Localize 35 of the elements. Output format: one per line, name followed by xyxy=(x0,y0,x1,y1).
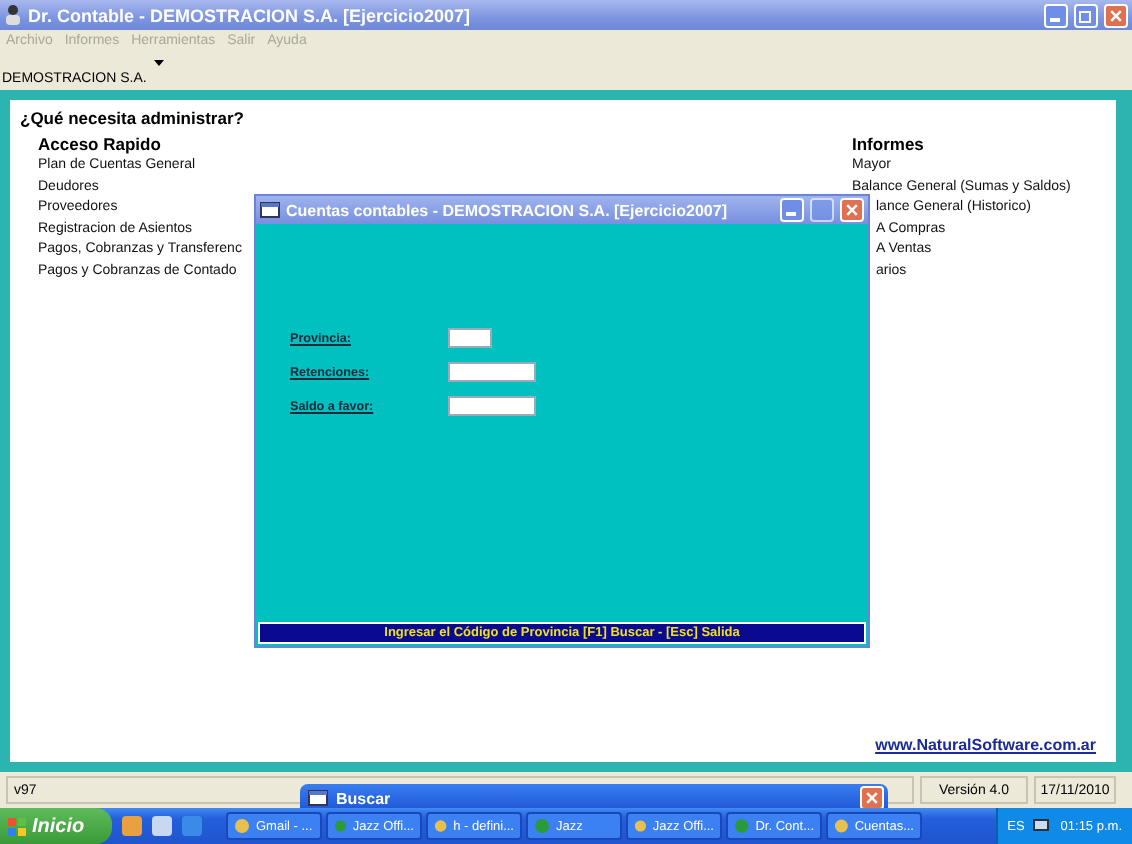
network-icon[interactable] xyxy=(1032,818,1053,834)
window-title: Dr. Contable - DEMOSTRACION S.A. [Ejercicio2007] xyxy=(28,5,473,25)
search-window-title: Buscar xyxy=(336,789,393,807)
window-icon xyxy=(308,790,328,806)
app-icon xyxy=(4,4,22,26)
input-field[interactable] xyxy=(448,362,536,382)
start-button[interactable]: Inicio xyxy=(0,808,112,844)
program-icon xyxy=(834,818,849,834)
close-button[interactable] xyxy=(860,786,884,810)
restore-button[interactable] xyxy=(1074,3,1098,27)
program-icon xyxy=(234,818,250,834)
close-icon xyxy=(864,790,880,806)
program-icon xyxy=(734,818,750,834)
maximize-button[interactable] xyxy=(810,198,834,222)
column-title: Acceso Rapido xyxy=(38,134,161,156)
restore-icon xyxy=(1078,7,1094,23)
close-button[interactable] xyxy=(840,198,864,222)
website-link[interactable]: www.NaturalSoftware.com.ar xyxy=(875,736,1096,754)
column-title: Informes xyxy=(852,134,924,156)
minimize-button[interactable] xyxy=(780,198,804,222)
close-button[interactable] xyxy=(1104,3,1128,27)
dialog-title: Cuentas contables - DEMOSTRACION S.A. [Ejercicio2007] xyxy=(286,201,729,219)
section-heading: ¿Qué necesita administrar? xyxy=(20,108,246,128)
input-field[interactable] xyxy=(448,328,492,348)
program-icon xyxy=(434,818,448,834)
program-icon xyxy=(634,818,647,834)
program-icon xyxy=(534,818,550,834)
program-icon xyxy=(334,818,347,834)
close-icon xyxy=(844,202,860,218)
close-icon xyxy=(1108,7,1124,23)
windows-logo-icon xyxy=(8,817,26,835)
input-field[interactable] xyxy=(448,396,536,416)
caret-icon[interactable] xyxy=(154,60,165,66)
minimize-button[interactable] xyxy=(1044,3,1068,27)
window-icon xyxy=(260,202,280,218)
